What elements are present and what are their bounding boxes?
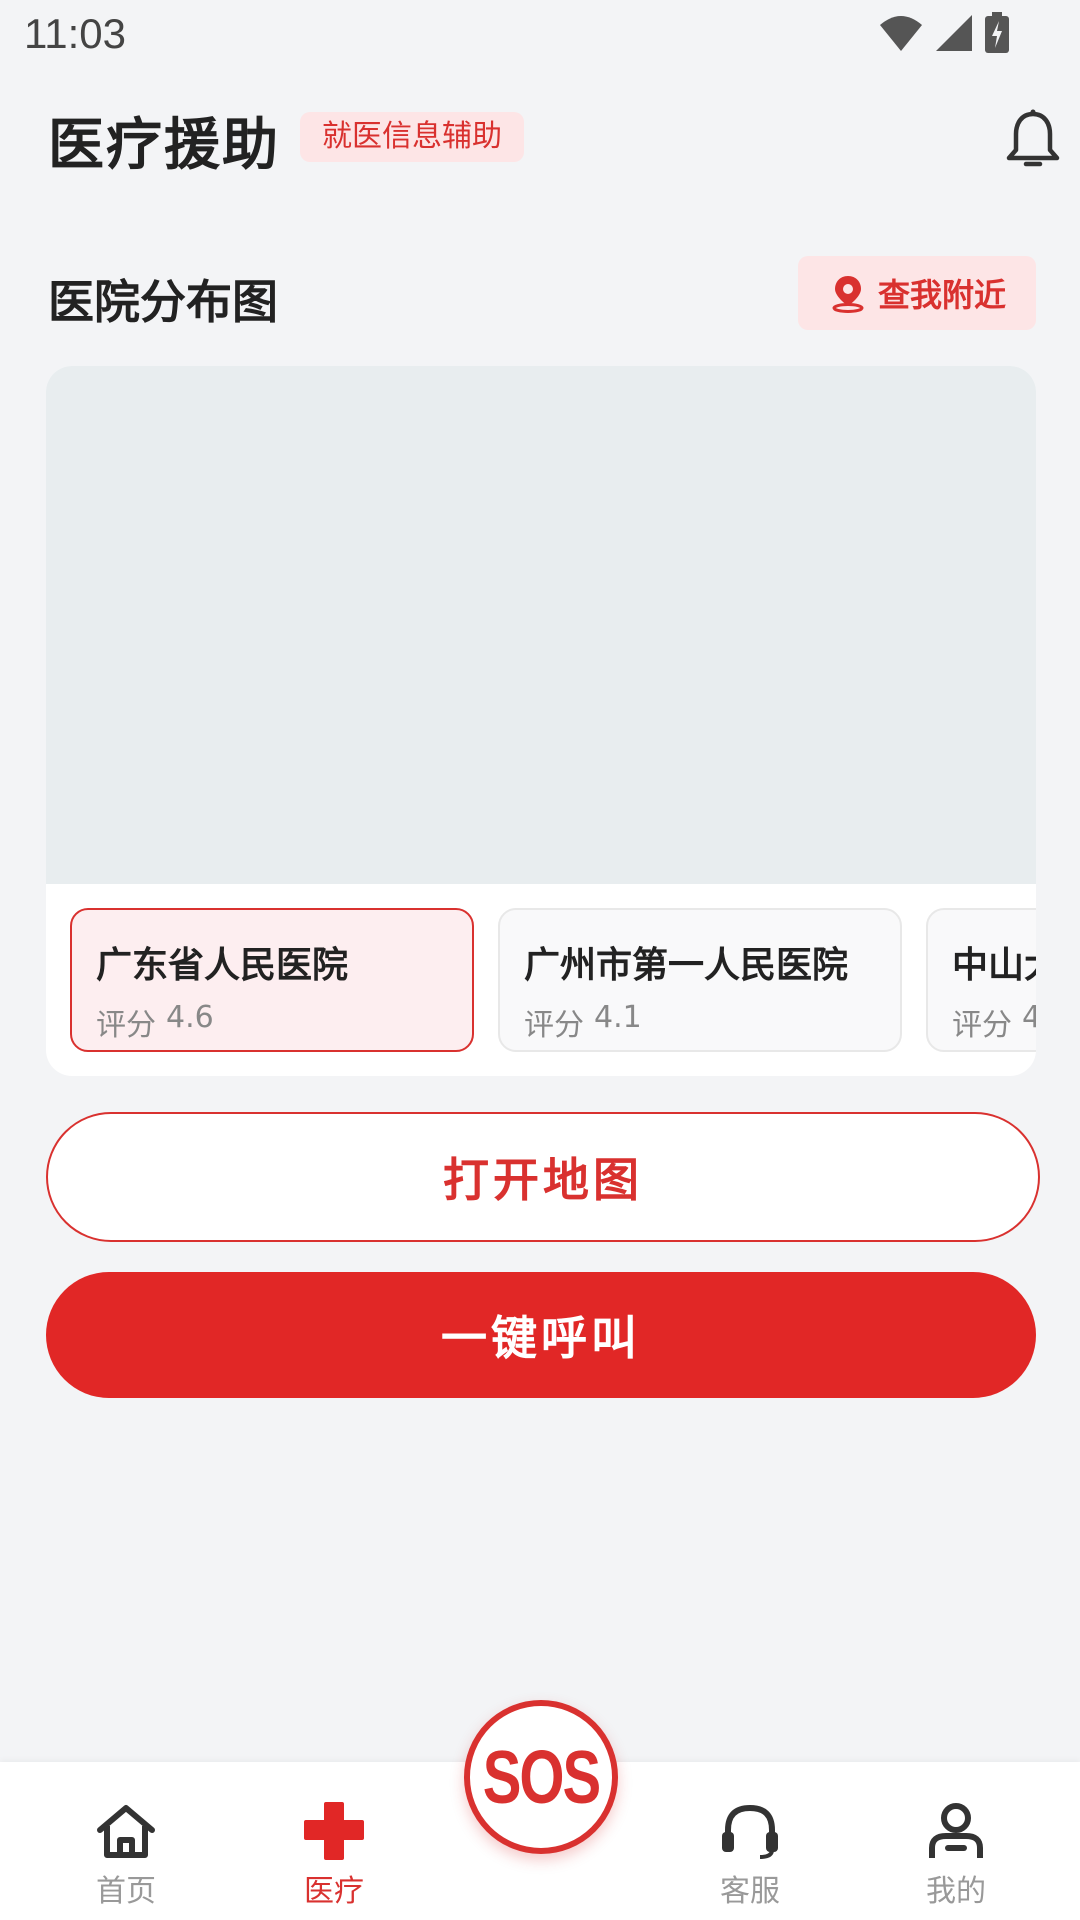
status-time: 11:03 [24, 10, 126, 57]
nav-label: 医疗 [304, 1874, 364, 1909]
hospital-name: 中山大学附属第一医院 [952, 945, 1036, 986]
hospital-card[interactable]: 中山大学附属第一医院 评分 4 [926, 908, 1036, 1052]
hospital-list[interactable]: 广东省人民医院 评分 4.6 广州市第一人民医院 评分 4.1 中山大学附属第一… [46, 884, 1036, 1076]
nav-label: 客服 [720, 1874, 780, 1909]
nav-item-medical[interactable]: 医疗 [274, 1802, 394, 1910]
map-view[interactable] [46, 366, 1036, 884]
rating-label: 评分 [524, 1008, 584, 1043]
app-header: 医疗援助 就医信息辅助 [0, 90, 1080, 180]
home-icon [97, 1805, 155, 1858]
sos-label: SOS [482, 1734, 601, 1820]
nav-label: 我的 [926, 1874, 986, 1909]
hospital-rating: 评分 4.6 [96, 1000, 448, 1044]
wifi-icon [880, 16, 922, 51]
hospital-name: 广东省人民医院 [96, 945, 349, 986]
find-nearby-button[interactable]: 查我附近 [798, 256, 1036, 330]
headset-icon [722, 1804, 778, 1859]
status-bar: 11:03 [0, 0, 1080, 72]
hospital-map-card: 广东省人民医院 评分 4.6 广州市第一人民医院 评分 4.1 中山大学附属第一… [46, 366, 1036, 1076]
location-pin-icon [832, 276, 864, 313]
nav-item-home[interactable]: 首页 [66, 1802, 186, 1910]
signal-icon [936, 15, 972, 51]
one-key-call-button[interactable]: 一键呼叫 [46, 1272, 1036, 1398]
nav-label: 首页 [96, 1874, 156, 1909]
open-map-button[interactable]: 打开地图 [46, 1112, 1040, 1242]
rating-label: 评分 [952, 1008, 1012, 1043]
rating-label: 评分 [96, 1008, 156, 1043]
rating-value: 4.1 [594, 1000, 642, 1035]
section-title: 医院分布图 [48, 275, 278, 329]
hospital-card[interactable]: 广东省人民医院 评分 4.6 [70, 908, 474, 1052]
page-title: 医疗援助 [48, 113, 280, 178]
hospital-name: 广州市第一人民医院 [524, 945, 849, 986]
nav-item-profile[interactable]: 我的 [896, 1802, 1016, 1910]
user-icon [929, 1803, 983, 1858]
subtitle-tag: 就医信息辅助 [300, 112, 524, 162]
hospital-rating: 评分 4.1 [524, 1000, 876, 1044]
rating-value: 4.6 [166, 1000, 214, 1035]
hospital-card[interactable]: 广州市第一人民医院 评分 4.1 [498, 908, 902, 1052]
medical-cross-icon [304, 1802, 364, 1860]
hospital-rating: 评分 4 [952, 1000, 1036, 1044]
battery-icon [985, 12, 1009, 53]
bell-icon[interactable] [1004, 108, 1062, 172]
rating-value: 4 [1022, 1000, 1036, 1035]
nav-item-customer-service[interactable]: 客服 [690, 1802, 810, 1910]
find-nearby-label: 查我附近 [877, 276, 1006, 314]
status-icons [878, 12, 1010, 54]
sos-button[interactable]: SOS [464, 1700, 618, 1854]
